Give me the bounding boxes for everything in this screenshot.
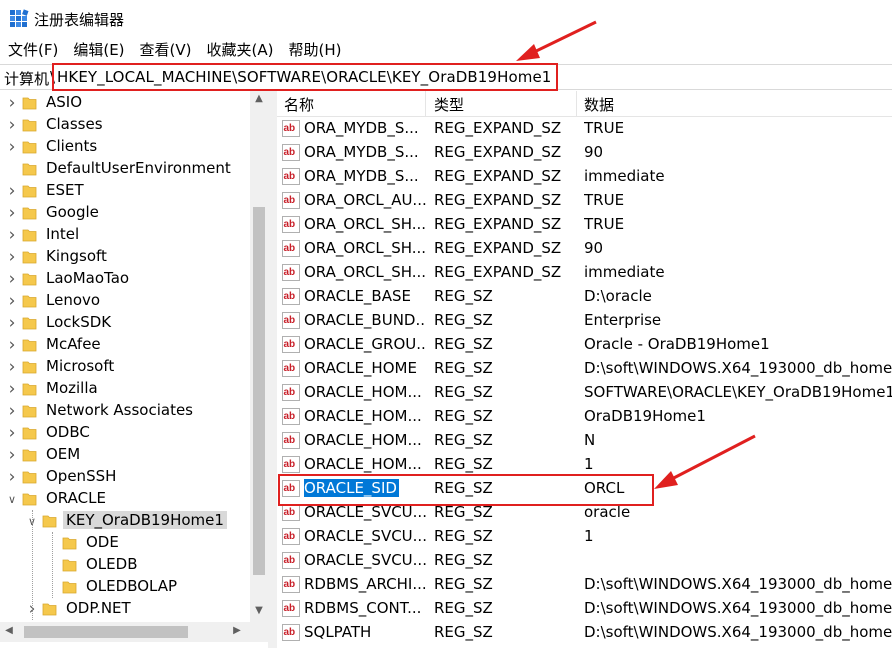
annotation-arrows <box>516 20 756 489</box>
arrow-to-address-icon <box>516 20 597 61</box>
arrow-to-sid-icon <box>654 434 756 489</box>
